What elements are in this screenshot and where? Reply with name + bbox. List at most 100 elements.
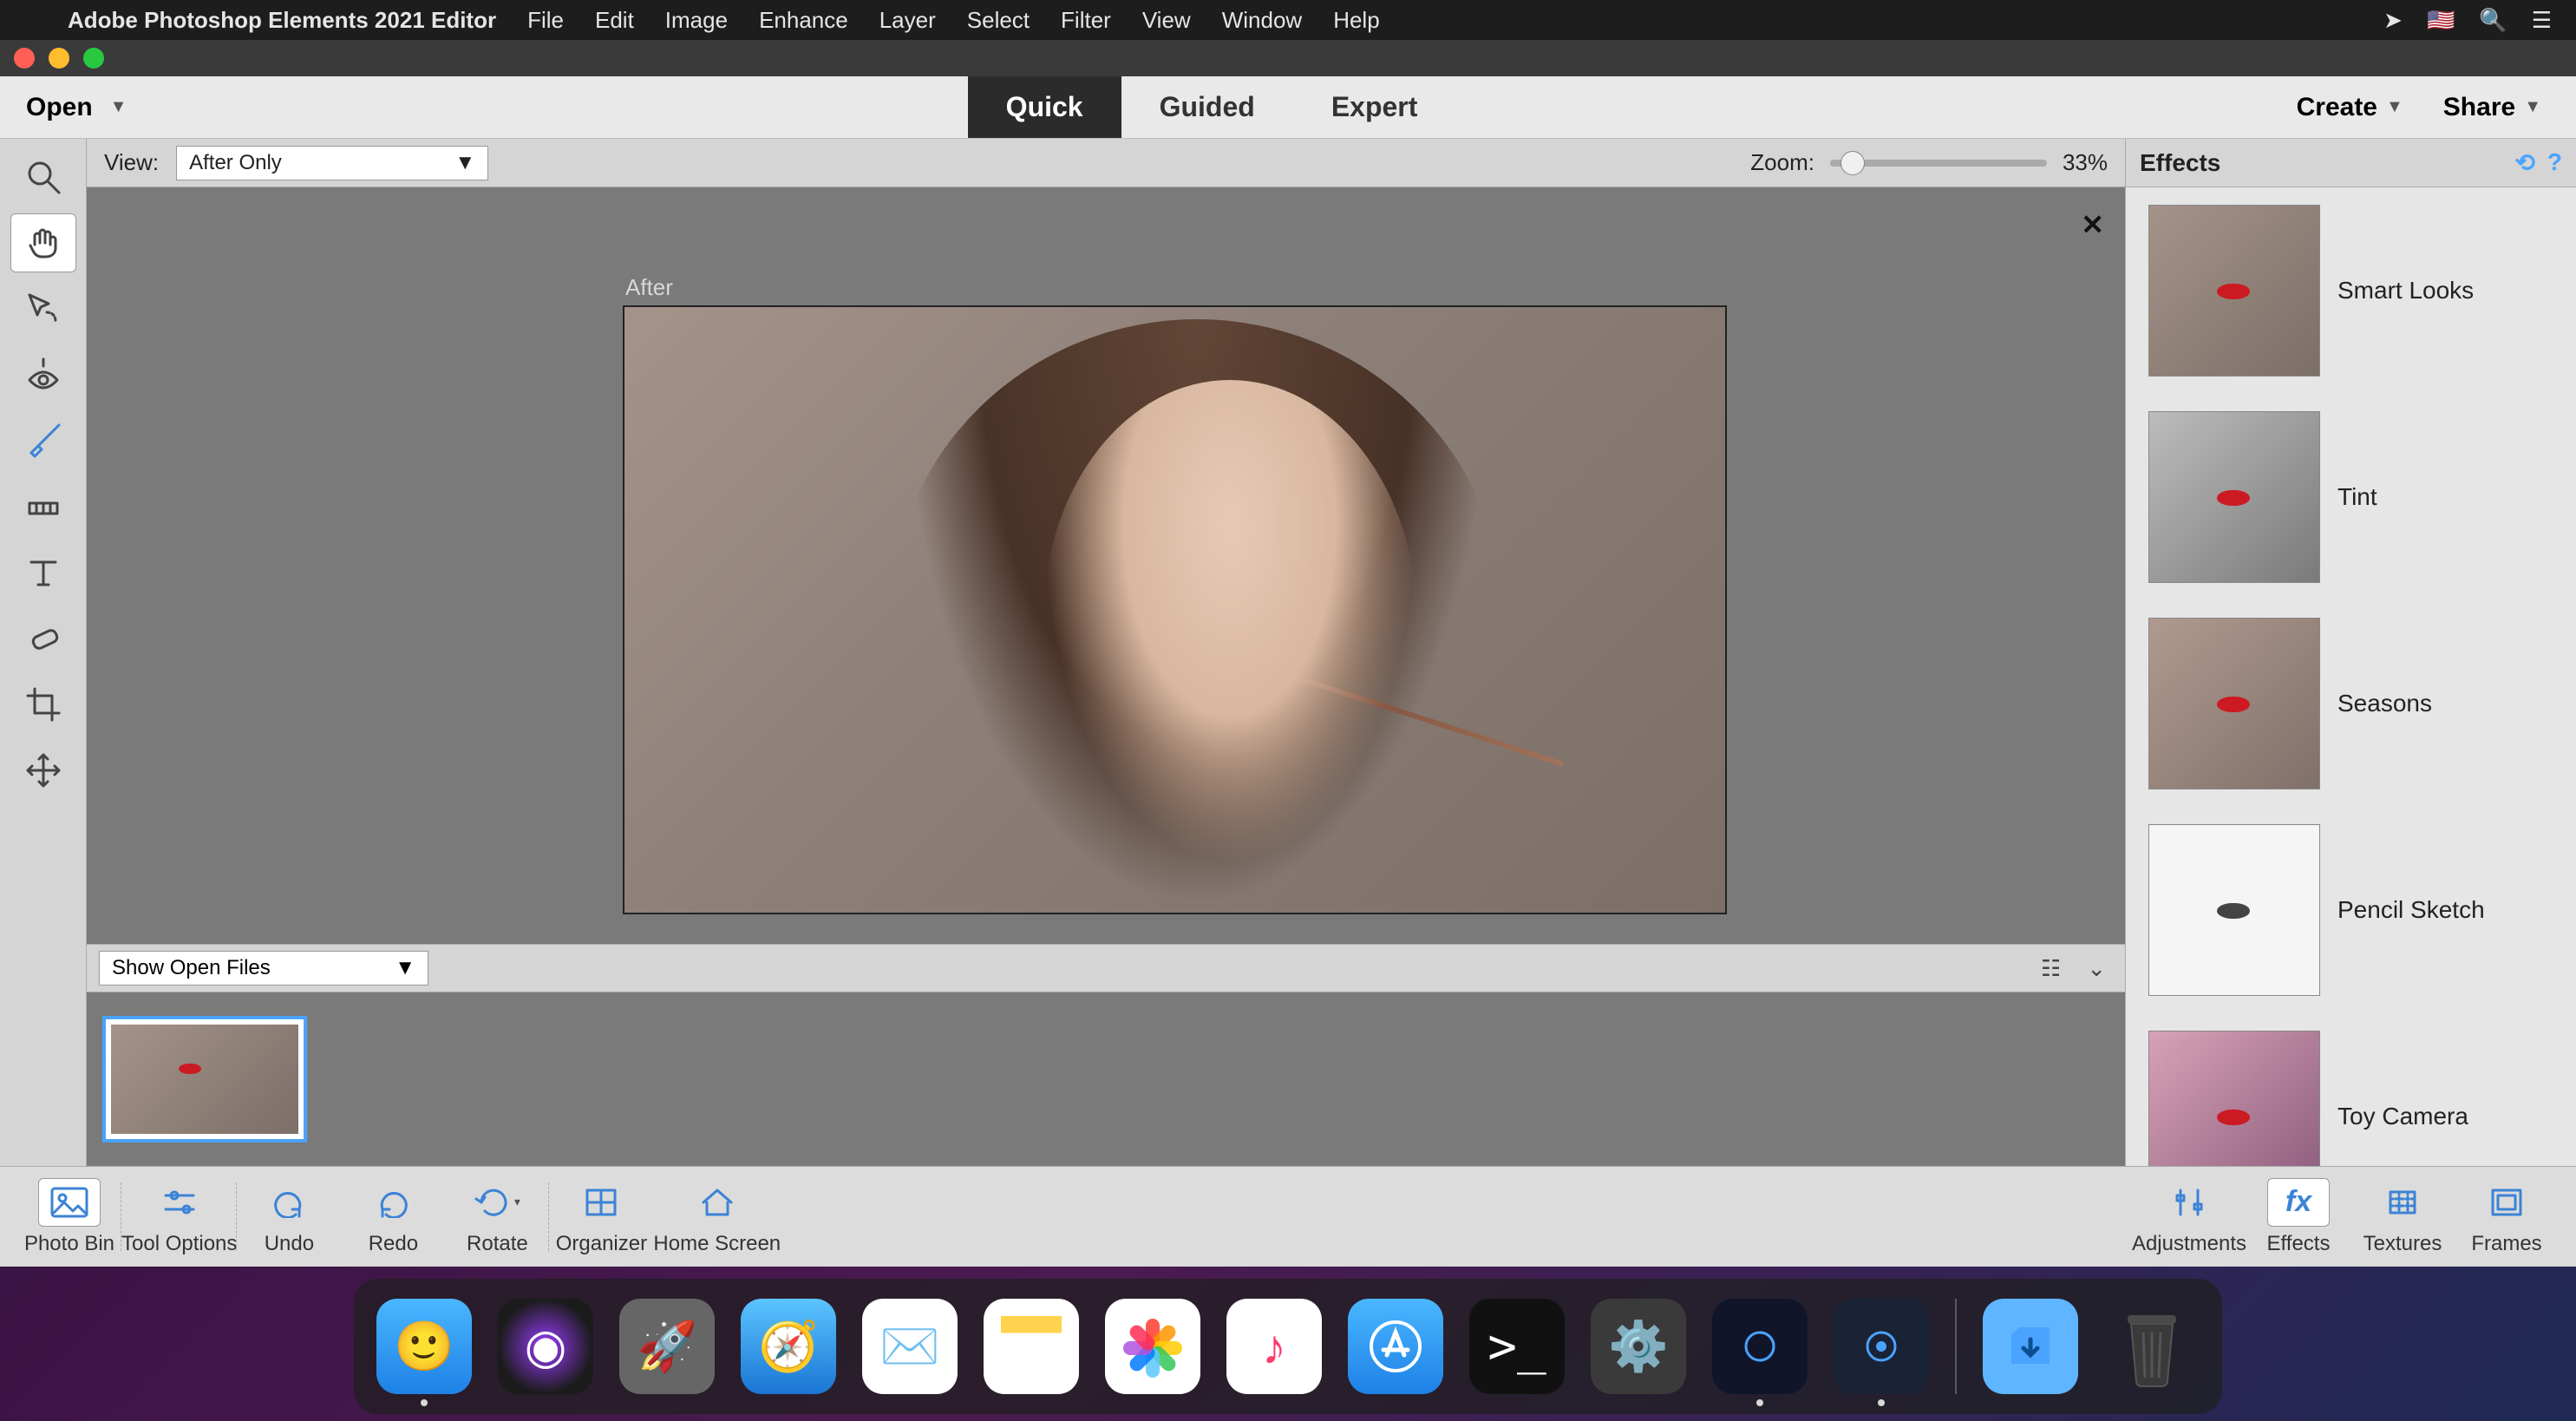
menu-layer[interactable]: Layer (864, 7, 951, 34)
undo-icon (258, 1178, 320, 1227)
redo-label: Redo (369, 1232, 418, 1256)
dock-safari[interactable]: 🧭 (741, 1299, 836, 1394)
effect-label: Toy Camera (2337, 1103, 2468, 1130)
zoom-value: 33% (2063, 149, 2108, 176)
dock-music[interactable]: ♪ (1226, 1299, 1322, 1394)
grid-icon (570, 1178, 632, 1227)
menu-select[interactable]: Select (951, 7, 1045, 34)
frame-icon (2475, 1178, 2538, 1227)
textures-button[interactable]: Textures (2350, 1167, 2455, 1267)
effects-panel: Effects ⟲ ? Smart Looks Tint Seasons (2125, 139, 2576, 1166)
menu-file[interactable]: File (512, 7, 579, 34)
window-close-button[interactable] (14, 48, 35, 69)
rotate-label: Rotate (467, 1232, 528, 1256)
menu-filter[interactable]: Filter (1045, 7, 1127, 34)
effect-pencil-sketch[interactable]: Pencil Sketch (2126, 807, 2576, 1013)
crop-tool[interactable] (10, 675, 76, 734)
dock-pse-organizer[interactable] (1712, 1299, 1808, 1394)
menu-edit[interactable]: Edit (579, 7, 650, 34)
organizer-button[interactable]: Organizer (549, 1167, 653, 1267)
redeye-tool[interactable] (10, 345, 76, 404)
effect-seasons[interactable]: Seasons (2126, 600, 2576, 807)
dock-downloads[interactable] (1983, 1299, 2078, 1394)
dock-system-preferences[interactable]: ⚙️ (1591, 1299, 1686, 1394)
photo-bin-filter-value: Show Open Files (112, 956, 271, 980)
spot-heal-tool[interactable] (10, 609, 76, 668)
dock-mail[interactable]: ✉️ (862, 1299, 958, 1394)
zoom-slider-thumb[interactable] (1840, 151, 1865, 175)
cursor-status-icon[interactable]: ➤ (2383, 7, 2403, 34)
dock-trash[interactable] (2104, 1299, 2200, 1394)
effect-toy-camera[interactable]: Toy Camera (2126, 1013, 2576, 1166)
move-tool[interactable] (10, 741, 76, 800)
document-image[interactable] (623, 305, 1727, 914)
dock-pse-editor[interactable] (1834, 1299, 1929, 1394)
mode-tabs: Quick Guided Expert (968, 76, 1456, 138)
create-menu[interactable]: Create ▼ (2297, 93, 2403, 122)
window-minimize-button[interactable] (49, 48, 69, 69)
share-menu[interactable]: Share ▼ (2443, 93, 2541, 122)
effect-thumbnail (2148, 618, 2320, 789)
chevron-down-icon: ▼ (454, 151, 475, 175)
menu-enhance[interactable]: Enhance (743, 7, 864, 34)
effects-button[interactable]: fx Effects (2246, 1167, 2350, 1267)
bottom-action-bar: Photo Bin Tool Options Undo Redo ▾ Rotat… (0, 1166, 2576, 1267)
spotlight-search-icon[interactable]: 🔍 (2479, 7, 2507, 34)
tool-strip (0, 139, 87, 1166)
menu-image[interactable]: Image (650, 7, 743, 34)
app-name-label[interactable]: Adobe Photoshop Elements 2021 Editor (52, 7, 512, 34)
tool-options-button[interactable]: Tool Options (121, 1167, 237, 1267)
window-zoom-button[interactable] (83, 48, 104, 69)
home-screen-button[interactable]: Home Screen (653, 1167, 781, 1267)
adjust-icon (2158, 1178, 2220, 1227)
whiten-teeth-tool[interactable] (10, 411, 76, 470)
zoom-tool[interactable] (10, 147, 76, 206)
bin-options-icon[interactable]: ☷ (2034, 955, 2068, 982)
image-content (889, 319, 1506, 914)
photo-bin-thumbnail[interactable] (102, 1016, 307, 1143)
dock-terminal[interactable]: >_ (1469, 1299, 1565, 1394)
photo-bin-button[interactable]: Photo Bin (17, 1167, 121, 1267)
menu-window[interactable]: Window (1206, 7, 1317, 34)
menu-view[interactable]: View (1127, 7, 1206, 34)
close-document-button[interactable]: ✕ (2081, 208, 2104, 241)
dock-separator (1955, 1299, 1957, 1394)
dock-siri[interactable]: ◉ (498, 1299, 593, 1394)
open-menu[interactable]: Open ▼ (0, 93, 127, 122)
straighten-tool[interactable] (10, 477, 76, 536)
reset-icon[interactable]: ⟲ (2514, 148, 2534, 177)
dock-finder[interactable]: 🙂 (376, 1299, 472, 1394)
bin-flyout-icon[interactable]: ⌄ (2080, 955, 2113, 982)
effect-smart-looks[interactable]: Smart Looks (2126, 187, 2576, 394)
tab-guided[interactable]: Guided (1121, 76, 1293, 138)
photo-bin-filter-select[interactable]: Show Open Files ▼ (99, 951, 428, 986)
help-icon[interactable]: ? (2547, 148, 2562, 177)
chevron-down-icon: ▼ (110, 97, 127, 117)
hand-tool[interactable] (10, 213, 76, 272)
dock-notes[interactable] (984, 1299, 1079, 1394)
undo-button[interactable]: Undo (237, 1167, 341, 1267)
control-center-icon[interactable]: ☰ (2532, 7, 2552, 34)
view-mode-select[interactable]: After Only ▼ (176, 146, 488, 180)
organizer-label: Organizer (556, 1232, 647, 1256)
dock-photos[interactable] (1105, 1299, 1200, 1394)
create-label: Create (2297, 93, 2377, 122)
frames-button[interactable]: Frames (2455, 1167, 2559, 1267)
dock-launchpad[interactable]: 🚀 (619, 1299, 715, 1394)
flag-us-icon[interactable]: 🇺🇸 (2427, 7, 2455, 34)
adjustments-button[interactable]: Adjustments (2132, 1167, 2246, 1267)
redo-button[interactable]: Redo (341, 1167, 445, 1267)
canvas-viewport[interactable]: ✕ After (87, 187, 2125, 944)
dock-app-store[interactable] (1348, 1299, 1443, 1394)
zoom-slider[interactable] (1830, 160, 2047, 167)
menu-help[interactable]: Help (1317, 7, 1395, 34)
quick-select-tool[interactable] (10, 279, 76, 338)
effect-tint[interactable]: Tint (2126, 394, 2576, 600)
type-tool[interactable] (10, 543, 76, 602)
tab-quick[interactable]: Quick (968, 76, 1121, 138)
adjustments-label: Adjustments (2132, 1232, 2246, 1256)
effects-list[interactable]: Smart Looks Tint Seasons Pencil Sketch T… (2126, 187, 2576, 1166)
chevron-down-icon: ▼ (2524, 97, 2541, 117)
rotate-button[interactable]: ▾ Rotate (445, 1167, 549, 1267)
tab-expert[interactable]: Expert (1293, 76, 1456, 138)
